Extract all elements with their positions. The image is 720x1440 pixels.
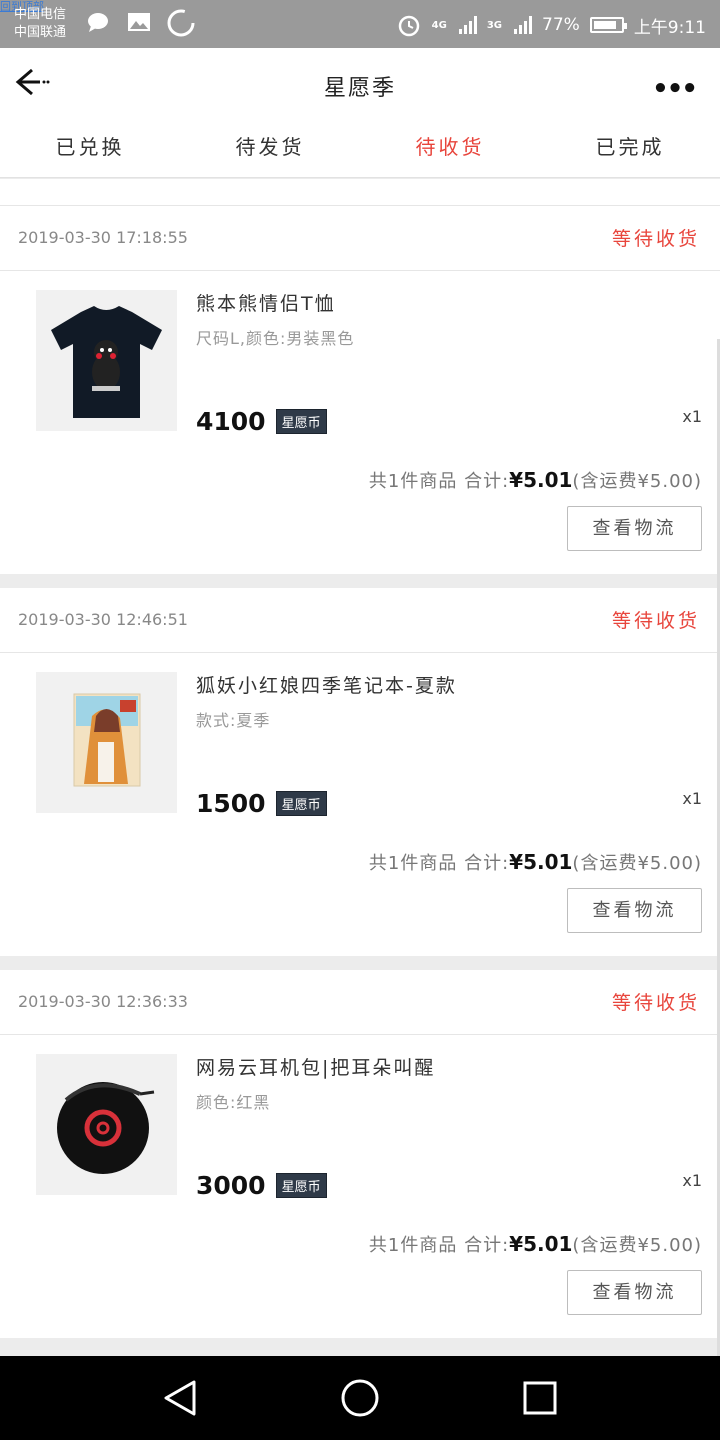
product-image-tshirt[interactable] — [36, 290, 177, 431]
image-icon — [128, 13, 150, 31]
carrier-2: 中国联通 — [14, 25, 67, 40]
network-3g: 3G — [486, 19, 503, 31]
more-icon[interactable]: ••• — [652, 74, 698, 104]
coin-badge: 星愿币 — [275, 791, 327, 816]
loading-icon — [167, 9, 195, 37]
shipping-fee: (含运费¥5.00) — [572, 471, 702, 492]
back-triangle-icon[interactable] — [158, 1376, 202, 1420]
view-logistics-button[interactable]: 查看物流 — [567, 506, 702, 551]
order-status: 等待收货 — [611, 992, 700, 1014]
order-total: ¥5.01 — [509, 468, 573, 492]
previous-order-peek — [0, 179, 720, 206]
order-summary: 共1件商品 合计:¥5.01(含运费¥5.00) — [369, 849, 702, 875]
price-row: 4100 星愿币 — [196, 407, 327, 436]
shipping-fee: (含运费¥5.00) — [572, 1235, 702, 1256]
order-status: 等待收货 — [611, 228, 700, 250]
page-title: 星愿季 — [323, 76, 396, 101]
chat-icon — [88, 13, 108, 32]
system-nav-bar — [0, 1356, 720, 1440]
order-total: ¥5.01 — [509, 850, 573, 874]
tab-redeemed[interactable]: 已兑换 — [0, 118, 180, 177]
order-card: 2019-03-30 17:18:55 等待收货 熊本熊情侣T恤 尺码L,颜色:… — [0, 206, 720, 574]
product-quantity: x1 — [682, 407, 702, 426]
alarm-icon — [398, 15, 419, 37]
order-header: 2019-03-30 12:36:33 等待收货 — [0, 970, 720, 1035]
order-tabs: 已兑换 待发货 待收货 已完成 — [0, 118, 720, 178]
product-name: 网易云耳机包|把耳朵叫醒 — [196, 1057, 436, 1079]
signal-icon-2 — [514, 16, 533, 34]
product-image-notebook[interactable] — [36, 672, 177, 813]
signal-icon — [458, 16, 477, 34]
order-total: ¥5.01 — [509, 1232, 573, 1256]
order-date: 2019-03-30 17:18:55 — [18, 228, 188, 247]
carrier-info: 中国电信 中国联通 — [14, 6, 66, 42]
price-row: 3000 星愿币 — [196, 1171, 327, 1200]
view-logistics-button[interactable]: 查看物流 — [567, 1270, 702, 1315]
product-quantity: x1 — [682, 1171, 702, 1190]
battery-percent: 77% — [542, 15, 580, 35]
order-date: 2019-03-30 12:46:51 — [18, 610, 188, 629]
status-right: 4G 3G 77% 上午9:11 — [396, 12, 706, 38]
price-row: 1500 星愿币 — [196, 789, 327, 818]
product-spec: 颜色:红黑 — [196, 1093, 271, 1112]
order-date: 2019-03-30 12:36:33 — [18, 992, 188, 1011]
coin-badge: 星愿币 — [275, 409, 327, 434]
recents-square-icon[interactable] — [518, 1376, 562, 1420]
carrier-1: 中国电信 — [14, 7, 67, 22]
order-header: 2019-03-30 17:18:55 等待收货 — [0, 206, 720, 271]
order-list: 2019-03-30 17:18:55 等待收货 熊本熊情侣T恤 尺码L,颜色:… — [0, 179, 720, 1356]
tab-to-ship[interactable]: 待发货 — [180, 118, 360, 177]
view-logistics-button[interactable]: 查看物流 — [567, 888, 702, 933]
product-image-earphone-case[interactable] — [36, 1054, 177, 1195]
product-name: 狐妖小红娘四季笔记本-夏款 — [196, 675, 457, 697]
product-price: 1500 — [196, 789, 266, 818]
product-spec: 款式:夏季 — [196, 711, 271, 730]
product-price: 4100 — [196, 407, 266, 436]
order-status: 等待收货 — [611, 610, 700, 632]
order-body[interactable]: 狐妖小红娘四季笔记本-夏款 款式:夏季 1500 星愿币 x1 共1件商品 合计… — [0, 653, 720, 956]
shipping-fee: (含运费¥5.00) — [572, 853, 702, 874]
order-body[interactable]: 熊本熊情侣T恤 尺码L,颜色:男装黑色 4100 星愿币 x1 共1件商品 合计… — [0, 271, 720, 574]
app-bar: 星愿季 ••• — [0, 48, 720, 118]
product-quantity: x1 — [682, 789, 702, 808]
tab-completed[interactable]: 已完成 — [540, 118, 720, 177]
tab-to-receive[interactable]: 待收货 — [360, 118, 540, 177]
order-summary: 共1件商品 合计:¥5.01(含运费¥5.00) — [369, 467, 702, 493]
product-name: 熊本熊情侣T恤 — [196, 293, 336, 315]
order-card: 2019-03-30 12:36:33 等待收货 网易云耳机包|把耳朵叫醒 颜色… — [0, 970, 720, 1338]
order-header: 2019-03-30 12:46:51 等待收货 — [0, 588, 720, 653]
product-price: 3000 — [196, 1171, 266, 1200]
order-body[interactable]: 网易云耳机包|把耳朵叫醒 颜色:红黑 3000 星愿币 x1 共1件商品 合计:… — [0, 1035, 720, 1338]
summary-prefix: 共1件商品 合计: — [368, 471, 510, 492]
clock: 上午9:11 — [633, 17, 706, 38]
summary-prefix: 共1件商品 合计: — [368, 1235, 510, 1256]
order-summary: 共1件商品 合计:¥5.01(含运费¥5.00) — [369, 1231, 702, 1257]
battery-icon — [589, 17, 627, 33]
product-spec: 尺码L,颜色:男装黑色 — [196, 329, 355, 348]
network-4g: 4G — [431, 19, 447, 31]
coin-badge: 星愿币 — [275, 1173, 327, 1198]
order-card: 2019-03-30 12:46:51 等待收货 狐妖小红娘四季笔记本-夏款 款… — [0, 588, 720, 956]
status-bar: 回到顶部 中国电信 中国联通 4G 3G 77% 上午9:11 — [0, 0, 720, 48]
home-circle-icon[interactable] — [338, 1376, 382, 1420]
summary-prefix: 共1件商品 合计: — [368, 853, 510, 874]
